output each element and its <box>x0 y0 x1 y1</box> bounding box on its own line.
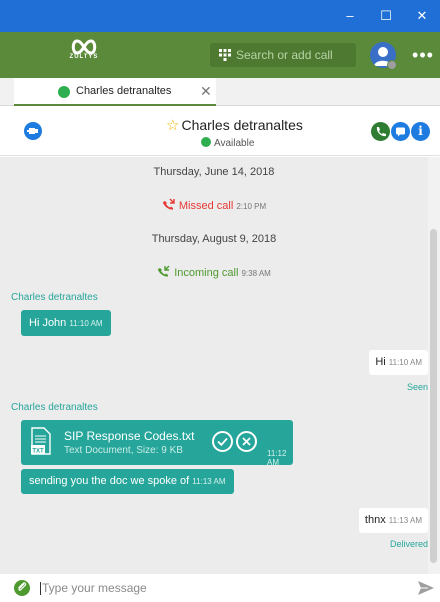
phone-icon <box>376 127 386 137</box>
incoming-message: sending you the doc we spoke of 11:13 AM <box>21 469 234 494</box>
tab-label: Charles detranaltes <box>76 85 172 97</box>
presence-indicator <box>387 60 397 70</box>
file-attachment-message[interactable]: TXT SIP Response Codes.txt Text Document… <box>21 420 293 467</box>
event-time: 9:38 AM <box>241 269 271 278</box>
date-separator: Thursday, August 9, 2018 <box>151 233 277 245</box>
accept-file-button[interactable] <box>212 431 233 452</box>
app-header: ZULTYS Search or add call ••• <box>0 32 440 78</box>
date-separator: Thursday, June 14, 2018 <box>153 166 275 178</box>
message-text: Hi John <box>29 317 67 329</box>
status-dot-icon <box>58 86 70 98</box>
contact-status: Available <box>201 137 254 149</box>
missed-call-label: Missed call <box>178 200 234 212</box>
outgoing-message: thnx 11:13 AM <box>358 508 428 533</box>
file-type-label: TXT <box>32 449 44 455</box>
send-icon[interactable] <box>417 579 435 597</box>
favorite-star-icon[interactable]: ☆ <box>166 117 179 134</box>
available-dot-icon <box>201 137 211 147</box>
attach-button[interactable] <box>14 580 30 596</box>
incoming-call-event: Incoming call 9:38 AM <box>0 265 428 279</box>
call-button[interactable] <box>371 122 390 141</box>
message-input[interactable] <box>42 578 402 598</box>
delivered-receipt: Delivered <box>389 539 428 549</box>
missed-call-icon <box>162 198 175 210</box>
message-time: 11:12 AM <box>267 449 287 467</box>
info-button[interactable]: i <box>411 122 430 141</box>
message-time: 11:13 AM <box>192 477 226 486</box>
message-time: 11:13 AM <box>388 516 422 525</box>
zultys-logo: ZULTYS <box>62 38 106 72</box>
tab-close-icon[interactable]: ✕ <box>200 83 212 100</box>
contact-name: Charles detranaltes <box>181 117 303 133</box>
search-placeholder: Search or add call <box>236 48 333 62</box>
file-name: SIP Response Codes.txt <box>64 429 195 443</box>
chat-history: Thursday, June 14, 2018 Missed call 2:10… <box>0 157 428 574</box>
message-time: 11:10 AM <box>388 358 422 367</box>
sender-name: Charles detranaltes <box>11 402 98 413</box>
chat-button[interactable] <box>391 122 410 141</box>
outgoing-message: Hi 11:10 AM <box>369 350 428 375</box>
incoming-call-icon <box>158 265 170 277</box>
sender-name: Charles detranaltes <box>11 292 98 303</box>
chat-scrollbar[interactable] <box>428 157 440 574</box>
message-composer <box>0 574 440 602</box>
event-time: 2:10 PM <box>236 202 267 211</box>
paperclip-icon <box>18 582 27 591</box>
decline-file-button[interactable] <box>236 431 257 452</box>
close-window-button[interactable]: ✕ <box>404 0 440 32</box>
message-time: 11:10 AM <box>69 319 103 328</box>
pin-button[interactable] <box>24 122 42 140</box>
message-text: thnx <box>364 514 386 526</box>
contact-header: ☆ Charles detranaltes Available i <box>0 106 440 156</box>
text-cursor <box>40 582 41 595</box>
tab-charles-detranaltes[interactable]: Charles detranaltes ✕ <box>14 78 216 106</box>
txt-file-icon: TXT <box>31 427 51 455</box>
seen-receipt: Seen <box>406 382 428 392</box>
message-text: sending you the doc we spoke of <box>29 475 190 487</box>
conversation-tabs: Charles detranaltes ✕ <box>0 78 440 106</box>
window-titlebar: – ☐ ✕ <box>0 0 440 32</box>
check-icon <box>217 437 228 447</box>
dialpad-icon[interactable] <box>219 49 231 61</box>
chat-bubble-icon <box>396 127 405 137</box>
pin-icon <box>27 128 38 134</box>
logo-text: ZULTYS <box>69 54 99 60</box>
minimize-button[interactable]: – <box>332 0 368 32</box>
maximize-button[interactable]: ☐ <box>368 0 404 32</box>
scrollbar-thumb[interactable] <box>430 229 437 563</box>
missed-call-event: Missed call 2:10 PM <box>0 198 428 212</box>
message-text: Hi <box>375 356 386 368</box>
incoming-message: Hi John 11:10 AM <box>21 310 111 336</box>
file-meta: Text Document, Size: 9 KB <box>64 445 183 456</box>
status-text: Available <box>214 138 255 149</box>
contact-name-row: ☆ Charles detranaltes <box>166 116 303 134</box>
more-menu-button[interactable]: ••• <box>410 40 436 70</box>
close-icon <box>242 437 251 446</box>
search-field[interactable]: Search or add call <box>210 43 356 67</box>
incoming-call-label: Incoming call <box>174 267 239 279</box>
